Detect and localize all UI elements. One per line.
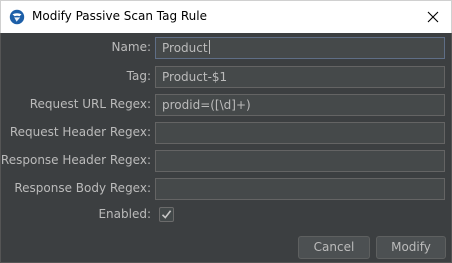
tag-field[interactable]: Product-$1 <box>155 66 445 88</box>
name-value: Product <box>162 41 208 55</box>
request-url-regex-field[interactable]: prodid=([\d]+) <box>155 94 445 116</box>
request-url-regex-value: prodid=([\d]+) <box>162 98 251 112</box>
enabled-row: Enabled: <box>1 204 452 226</box>
enabled-label: Enabled: <box>98 207 151 221</box>
cancel-button[interactable]: Cancel <box>298 236 370 259</box>
name-label: Name: <box>111 40 151 54</box>
response-body-regex-label: Response Body Regex: <box>14 181 151 195</box>
enabled-checkbox[interactable] <box>159 207 174 222</box>
request-url-regex-row: Request URL Regex: prodid=([\d]+) <box>1 94 452 116</box>
tag-label: Tag: <box>126 69 151 83</box>
response-header-regex-label: Response Header Regex: <box>0 153 151 167</box>
request-header-regex-field[interactable] <box>155 122 445 144</box>
request-header-regex-row: Request Header Regex: <box>1 122 452 144</box>
checkmark-icon <box>161 210 172 219</box>
window-title: Modify Passive Scan Tag Rule <box>32 9 208 23</box>
response-header-regex-field[interactable] <box>155 150 445 172</box>
text-caret <box>208 40 210 54</box>
modify-button[interactable]: Modify <box>376 236 446 259</box>
name-field[interactable]: Product <box>155 37 445 59</box>
request-header-regex-label: Request Header Regex: <box>9 125 151 139</box>
response-body-regex-field[interactable] <box>155 178 445 200</box>
title-bar: Modify Passive Scan Tag Rule <box>0 0 452 33</box>
close-icon <box>427 11 439 23</box>
dialog-content: Name: Product Tag: Product-$1 Request UR… <box>0 33 452 263</box>
request-url-regex-label: Request URL Regex: <box>29 97 151 111</box>
name-row: Name: Product <box>1 37 452 59</box>
zap-app-icon <box>9 9 25 25</box>
response-body-regex-row: Response Body Regex: <box>1 178 452 200</box>
close-button[interactable] <box>419 3 447 31</box>
tag-value: Product-$1 <box>162 70 228 84</box>
tag-row: Tag: Product-$1 <box>1 66 452 88</box>
response-header-regex-row: Response Header Regex: <box>1 150 452 172</box>
